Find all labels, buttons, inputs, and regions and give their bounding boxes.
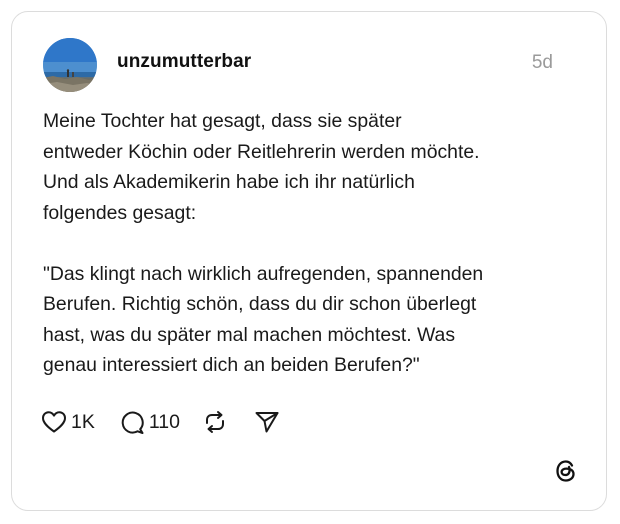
post-body: Meine Tochter hat gesagt, dass sie späte… [43, 106, 583, 381]
author-username[interactable]: unzumutterbar [117, 51, 251, 73]
like-count: 1K [71, 410, 95, 433]
post-card: unzumutterbar 5d Meine Tochter hat gesag… [11, 11, 607, 511]
like-button[interactable]: 1K [41, 410, 95, 434]
avatar-photo [43, 38, 97, 92]
repost-button[interactable] [202, 410, 228, 434]
speech-bubble-icon [121, 411, 144, 434]
post-paragraph: "Das klingt nach wirklich aufregenden, s… [43, 262, 484, 377]
heart-icon [42, 411, 66, 433]
avatar[interactable] [43, 38, 97, 92]
threads-logo [556, 460, 575, 482]
post-timestamp: 5d [531, 52, 553, 73]
paper-plane-icon [255, 412, 279, 433]
repost-icon [205, 411, 224, 433]
reply-count: 110 [148, 410, 180, 433]
post-paragraph: Meine Tochter hat gesagt, dass sie späte… [43, 110, 480, 224]
post-actions: 1K 110 [41, 408, 280, 436]
share-button[interactable] [254, 410, 280, 434]
reply-button[interactable]: 110 [119, 410, 180, 435]
